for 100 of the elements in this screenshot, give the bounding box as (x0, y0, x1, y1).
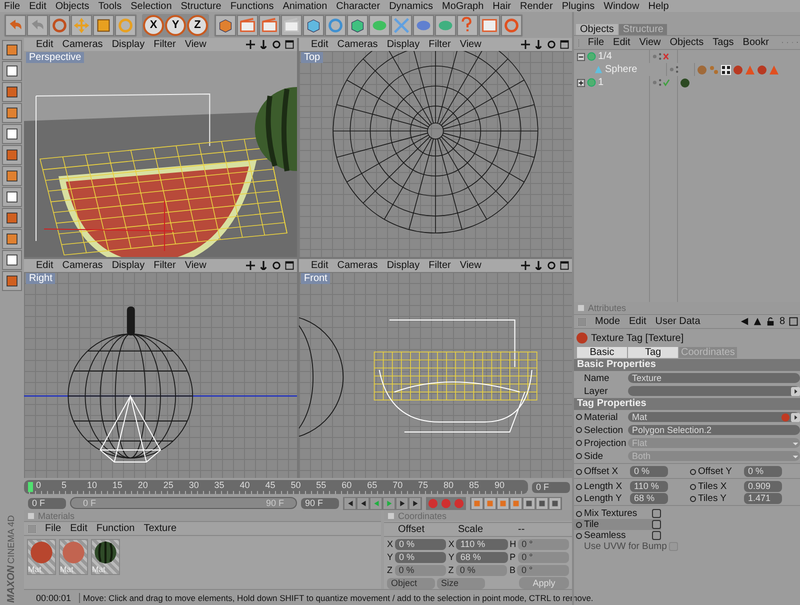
property-field[interactable]: Texture (628, 373, 800, 383)
property-field[interactable]: Polygon Selection.2 (628, 425, 800, 435)
menu-item[interactable]: Animation (282, 0, 328, 12)
scale-icon[interactable] (93, 14, 114, 36)
property-field[interactable]: Mat (628, 412, 800, 422)
coordinate-system-icon[interactable] (215, 14, 236, 36)
maximize-icon[interactable] (285, 261, 294, 270)
current-frame-field[interactable]: 0 F (532, 482, 570, 492)
viewport[interactable]: Perspective (24, 51, 297, 257)
viewport-menu-item[interactable]: Cameras (62, 260, 103, 271)
animation-dot[interactable] (576, 532, 582, 538)
maximize-icon[interactable] (285, 40, 294, 49)
timeline-ruler[interactable]: 0 5 10 15 20 25 30 35 40 45 50 55 60 65 70 75 80 85 90 (24, 480, 528, 494)
dropdown[interactable]: Object (387, 578, 435, 588)
axis-lock-button[interactable]: Z (187, 14, 208, 36)
menu-item[interactable]: Edit (70, 523, 88, 534)
menu-item[interactable]: Selection (130, 0, 172, 12)
animation-dot[interactable] (576, 414, 582, 420)
redo-icon[interactable] (27, 14, 48, 36)
deformer-icon[interactable] (391, 14, 412, 36)
menu-item[interactable]: File (45, 523, 62, 534)
viewport-menu-item[interactable]: Cameras (337, 260, 378, 271)
coordinate-field[interactable]: 0 % (395, 552, 446, 562)
viewport-menu-item[interactable]: Display (112, 39, 145, 50)
rotate-icon[interactable] (115, 14, 136, 36)
menu-item[interactable]: Edit (613, 37, 630, 48)
orbit-icon[interactable] (547, 40, 556, 49)
rotate-icon[interactable] (497, 498, 509, 508)
viewport[interactable]: Top (299, 51, 572, 257)
menu-item[interactable]: Render (520, 0, 553, 12)
expand-toggle[interactable] (577, 78, 585, 86)
panel-tab[interactable]: Objects (576, 24, 618, 35)
orbit-icon[interactable] (547, 261, 556, 270)
maximize-icon[interactable] (560, 40, 569, 49)
pan-icon[interactable] (521, 261, 530, 270)
undo-icon[interactable] (5, 14, 26, 36)
number-field[interactable]: 68 % (630, 493, 668, 504)
menu-item[interactable]: Objects (55, 0, 90, 12)
menu-item[interactable]: Edit (629, 316, 646, 327)
menu-item[interactable]: Character (336, 0, 380, 12)
orbit-icon[interactable] (272, 40, 281, 49)
viewport-menu-item[interactable]: Filter (428, 260, 451, 271)
viewport-menu-item[interactable]: Filter (154, 39, 176, 50)
last-frame-icon[interactable] (409, 498, 421, 508)
viewport-menu-item[interactable]: Display (386, 260, 420, 271)
orbit-icon[interactable] (272, 261, 281, 270)
viewport-menu-item[interactable]: View (460, 39, 482, 50)
animation-dot[interactable] (576, 440, 582, 446)
lock-icon[interactable] (766, 317, 776, 326)
pan-icon[interactable] (246, 40, 255, 49)
first-frame-icon[interactable] (344, 498, 356, 508)
menu-item[interactable]: User Data (655, 316, 700, 327)
viewport-menu-item[interactable]: Display (112, 260, 145, 271)
parameter-icon[interactable] (510, 498, 522, 508)
number-field[interactable]: 1.471 (744, 493, 782, 504)
menu-item[interactable]: Plugins (562, 0, 595, 12)
axis-lock-button[interactable]: Y (165, 14, 186, 36)
zoom-icon[interactable] (534, 40, 543, 49)
ball-tag-icon[interactable] (680, 78, 690, 88)
menu-item[interactable]: Texture (144, 523, 177, 534)
viewport-menu-item[interactable]: Display (386, 39, 420, 50)
move-icon[interactable] (471, 498, 483, 508)
menu-item[interactable]: File (4, 0, 20, 12)
axis-lock-button[interactable]: X (143, 14, 164, 36)
coordinate-field[interactable]: 0 % (395, 538, 446, 550)
pan-icon[interactable] (521, 40, 530, 49)
previous-key-icon[interactable] (357, 498, 369, 508)
globe-icon[interactable] (501, 14, 522, 36)
zoom-icon[interactable] (259, 261, 268, 270)
number-field[interactable]: 110 % (630, 481, 668, 492)
number-field[interactable]: 0.909 (744, 481, 782, 492)
expand-toggle[interactable] (577, 52, 585, 60)
menu-item[interactable]: MoGraph (442, 0, 484, 12)
pointer-icon[interactable] (49, 14, 70, 36)
checkbox[interactable] (652, 531, 661, 540)
animation-dot[interactable] (576, 510, 582, 516)
menu-item[interactable]: Hair (492, 0, 512, 12)
menu-item[interactable]: Tags (712, 37, 734, 48)
key-icon[interactable] (536, 498, 548, 508)
viewport-menu-item[interactable]: Edit (36, 39, 54, 50)
viewport-menu-item[interactable]: Filter (154, 260, 176, 271)
viewport[interactable]: Right (24, 272, 297, 478)
scale-icon[interactable] (484, 498, 496, 508)
viewport[interactable]: Front (299, 272, 572, 478)
viewport-menu-item[interactable]: Cameras (62, 39, 103, 50)
start-frame-field[interactable]: 0 F (28, 498, 66, 508)
viewport-menu-item[interactable]: Edit (36, 260, 54, 271)
animation-dot[interactable] (576, 522, 582, 528)
panel-toggle-icon[interactable] (578, 304, 584, 310)
menu-item[interactable]: Help (648, 0, 669, 12)
dropdown[interactable]: Size (437, 578, 485, 588)
clapperboard-icon[interactable] (259, 14, 280, 36)
menu-item[interactable]: Bookr (742, 37, 769, 48)
panel-toggle-icon[interactable] (388, 512, 394, 518)
viewport-menu-item[interactable]: Filter (428, 39, 451, 50)
viewport-menu-item[interactable]: Cameras (337, 39, 378, 50)
up-arrow-icon[interactable] (753, 317, 762, 326)
menu-item[interactable]: Dynamics (389, 0, 433, 12)
particles-icon[interactable] (435, 14, 456, 36)
maximize-icon[interactable] (560, 261, 569, 270)
